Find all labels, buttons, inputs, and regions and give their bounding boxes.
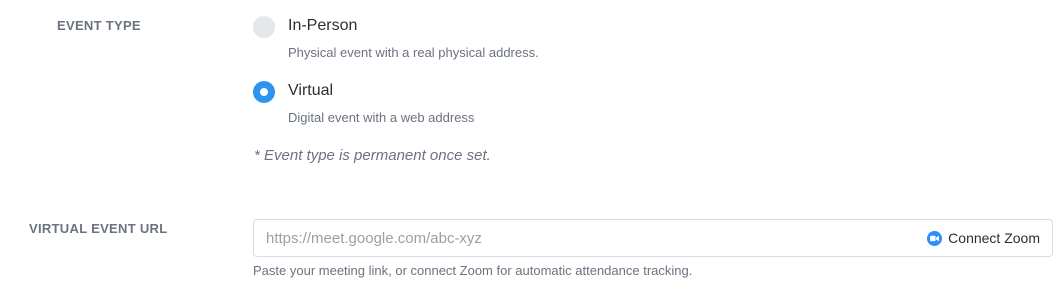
event-type-label: EVENT TYPE xyxy=(57,18,141,33)
virtual-url-field: Connect Zoom xyxy=(253,219,1053,257)
virtual-text: Virtual Digital event with a web address xyxy=(288,81,474,126)
virtual-url-input[interactable] xyxy=(254,220,928,256)
connect-zoom-button[interactable]: Connect Zoom xyxy=(927,230,1040,246)
event-settings-form: EVENT TYPE In-Person Physical event with… xyxy=(0,0,1063,288)
in-person-radio[interactable] xyxy=(253,16,275,38)
in-person-text: In-Person Physical event with a real phy… xyxy=(288,16,539,61)
virtual-url-label: VIRTUAL EVENT URL xyxy=(29,221,168,236)
event-type-option-in-person[interactable]: In-Person Physical event with a real phy… xyxy=(253,16,539,61)
virtual-url-helper-text: Paste your meeting link, or connect Zoom… xyxy=(253,263,693,278)
virtual-description: Digital event with a web address xyxy=(288,110,475,125)
virtual-title[interactable]: Virtual xyxy=(288,81,474,101)
in-person-title[interactable]: In-Person xyxy=(288,16,539,36)
in-person-description: Physical event with a real physical addr… xyxy=(288,45,539,60)
zoom-camera-icon xyxy=(927,230,943,246)
event-type-option-virtual[interactable]: Virtual Digital event with a web address xyxy=(253,81,474,126)
connect-zoom-label: Connect Zoom xyxy=(948,230,1040,246)
event-type-permanent-note: * Event type is permanent once set. xyxy=(254,147,491,164)
virtual-radio[interactable] xyxy=(253,81,275,103)
